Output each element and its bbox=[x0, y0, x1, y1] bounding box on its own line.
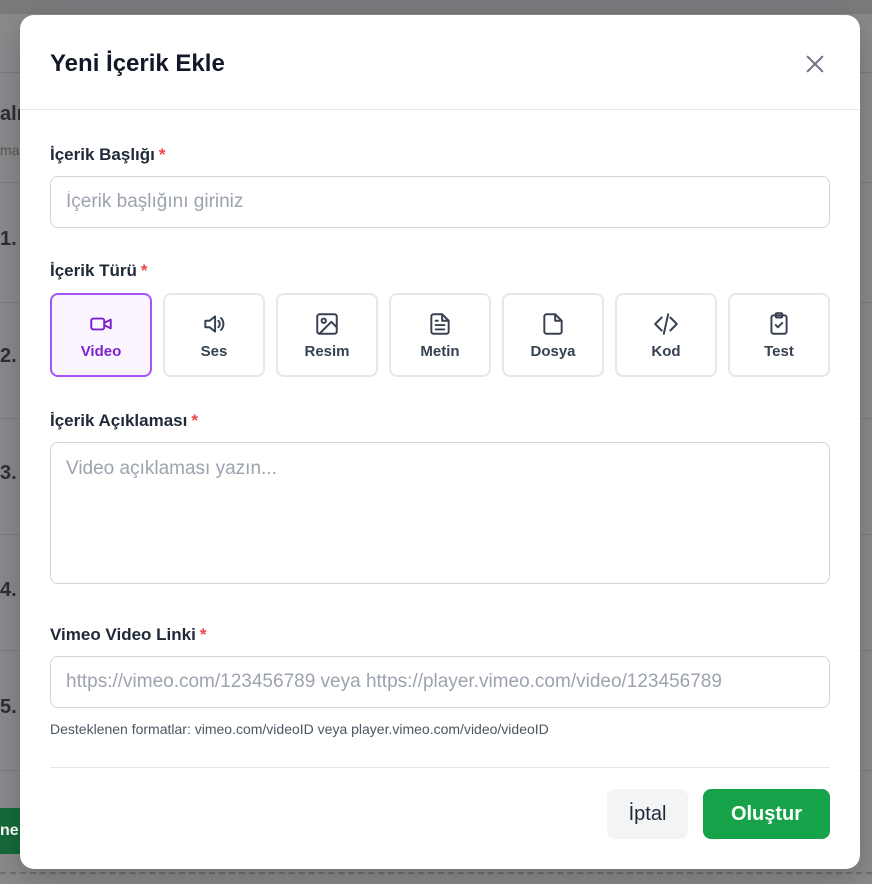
background-green-button: ne bbox=[0, 808, 22, 854]
close-button[interactable] bbox=[800, 49, 830, 79]
type-option-label: Resim bbox=[304, 342, 350, 360]
type-option-label: Ses bbox=[200, 342, 228, 360]
clipboard-check-icon bbox=[770, 311, 788, 335]
document-text-icon bbox=[430, 312, 450, 335]
type-option-label: Video bbox=[80, 342, 122, 360]
new-content-modal: Yeni İçerik Ekle İçerik Başlığı * İçerik … bbox=[20, 15, 860, 869]
content-type-label-text: İçerik Türü bbox=[50, 261, 137, 280]
vimeo-format-hint: Desteklenen formatlar: vimeo.com/videoID… bbox=[50, 721, 549, 737]
modal-header: Yeni İçerik Ekle bbox=[20, 15, 860, 110]
background-dashed-border bbox=[0, 872, 872, 874]
image-icon bbox=[316, 312, 338, 335]
content-type-label: İçerik Türü * bbox=[50, 261, 148, 281]
content-title-label-text: İçerik Başlığı bbox=[50, 145, 155, 164]
background-heading: alı bbox=[0, 103, 23, 125]
required-mark: * bbox=[199, 625, 207, 644]
type-option-label: Dosya bbox=[530, 342, 576, 360]
content-description-label-text: İçerik Açıklaması bbox=[50, 411, 188, 430]
content-description-textarea[interactable] bbox=[50, 442, 830, 584]
required-mark: * bbox=[140, 261, 148, 280]
content-type-selector: Video Ses Resim Metin Dosya Kod Test bbox=[50, 293, 830, 377]
video-icon bbox=[90, 317, 112, 330]
type-option-label: Kod bbox=[651, 342, 681, 360]
close-icon bbox=[806, 55, 824, 73]
background-subtext: ma bbox=[0, 142, 20, 158]
content-title-label: İçerik Başlığı * bbox=[50, 145, 166, 165]
content-title-input[interactable] bbox=[50, 176, 830, 228]
type-option-test[interactable]: Test bbox=[728, 293, 830, 377]
background-topbar bbox=[0, 0, 872, 14]
type-option-audio[interactable]: Ses bbox=[163, 293, 265, 377]
modal-title: Yeni İçerik Ekle bbox=[50, 50, 225, 77]
type-option-image[interactable]: Resim bbox=[276, 293, 378, 377]
footer-divider bbox=[50, 767, 830, 768]
cancel-button[interactable]: İptal bbox=[607, 789, 688, 839]
type-option-label: Metin bbox=[420, 342, 460, 360]
content-description-label: İçerik Açıklaması * bbox=[50, 411, 198, 431]
required-mark: * bbox=[191, 411, 198, 430]
vimeo-link-label: Vimeo Video Linki * bbox=[50, 625, 206, 645]
type-option-text[interactable]: Metin bbox=[389, 293, 491, 377]
vimeo-link-input[interactable] bbox=[50, 656, 830, 708]
type-option-label: Test bbox=[764, 342, 794, 360]
required-mark: * bbox=[158, 145, 166, 164]
speaker-icon bbox=[204, 314, 225, 333]
create-button[interactable]: Oluştur bbox=[703, 789, 830, 839]
file-icon bbox=[543, 312, 563, 335]
type-option-code[interactable]: Kod bbox=[615, 293, 717, 377]
code-icon bbox=[654, 312, 678, 335]
vimeo-link-label-text: Vimeo Video Linki bbox=[50, 625, 196, 644]
type-option-file[interactable]: Dosya bbox=[502, 293, 604, 377]
type-option-video[interactable]: Video bbox=[50, 293, 152, 377]
